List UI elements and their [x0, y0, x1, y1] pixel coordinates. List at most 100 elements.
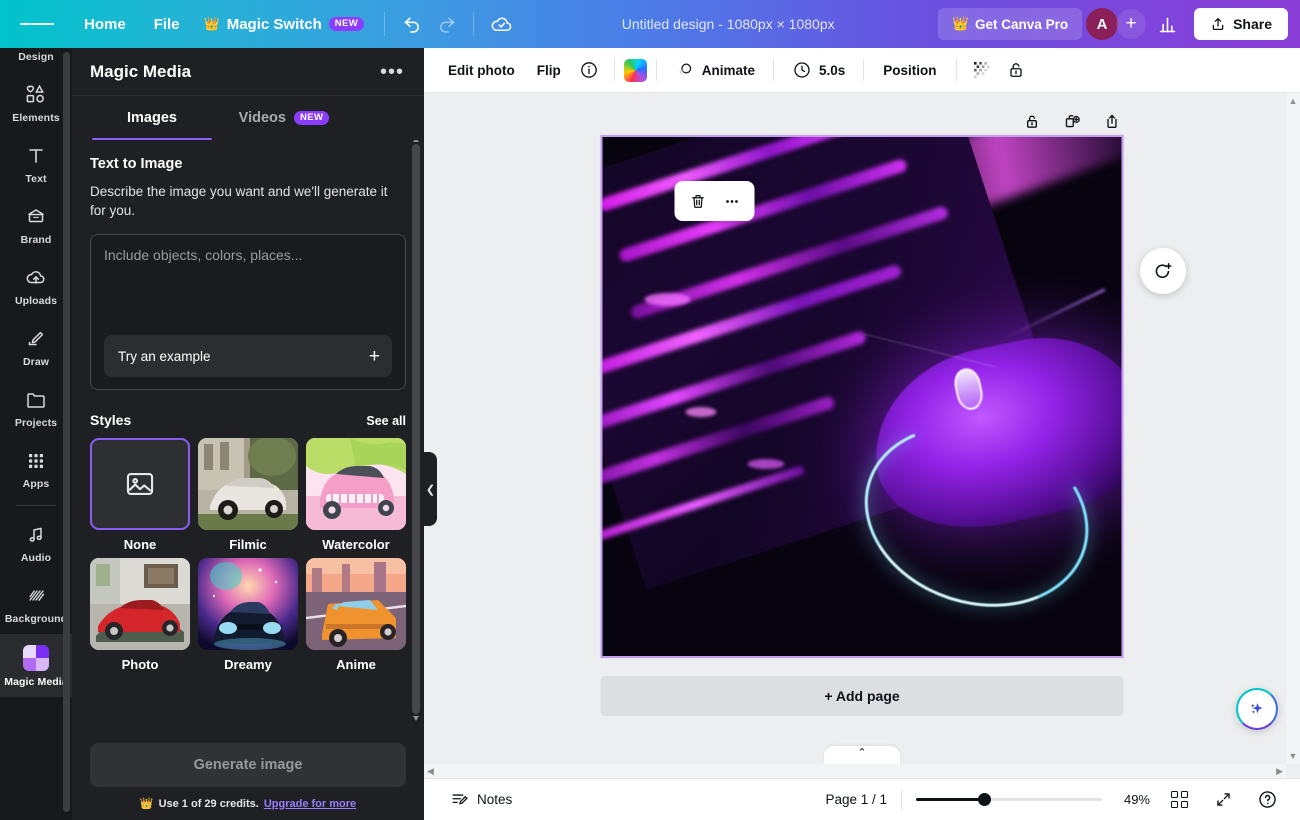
duration-button[interactable]: 5.0s — [783, 54, 854, 86]
position-button[interactable]: Position — [873, 56, 946, 85]
panel-scroll-area: Text to Image Describe the image you wan… — [72, 140, 424, 733]
see-all-styles-link[interactable]: See all — [366, 414, 406, 428]
more-options-icon[interactable]: ••• — [376, 64, 408, 80]
prompt-input-container[interactable]: Include objects, colors, places... Try a… — [90, 234, 406, 390]
rail-scrollbar[interactable] — [63, 52, 70, 812]
key-glow — [748, 459, 784, 469]
styles-grid: None — [90, 438, 406, 672]
statusbar-divider — [901, 790, 902, 810]
zoom-knob[interactable] — [978, 793, 991, 806]
avatar[interactable]: A — [1086, 8, 1118, 40]
sidebar-item-text[interactable]: Text — [0, 133, 72, 194]
toolbar-divider — [956, 59, 957, 81]
editor-area: Edit photo Flip Animate 5.0s — [424, 48, 1300, 820]
lock-icon[interactable] — [1020, 109, 1044, 133]
rail-divider — [16, 505, 56, 506]
more-dots-icon[interactable] — [717, 186, 747, 216]
design-title[interactable]: Untitled design - 1080px × 1080px — [518, 16, 938, 32]
plus-icon: + — [369, 347, 380, 366]
sidebar-item-label: Elements — [12, 112, 60, 124]
help-circle-icon[interactable] — [1252, 785, 1282, 815]
redo-icon[interactable] — [429, 7, 463, 41]
nav-file[interactable]: File — [140, 10, 194, 39]
sidebar-item-elements[interactable]: Elements — [0, 72, 72, 133]
color-picker-icon[interactable] — [624, 59, 647, 82]
share-button[interactable]: Share — [1194, 8, 1288, 40]
style-option-photo[interactable]: Photo — [90, 558, 190, 672]
style-option-none[interactable]: None — [90, 438, 190, 552]
share-label: Share — [1233, 16, 1272, 32]
flip-button[interactable]: Flip — [527, 56, 571, 85]
duration-label: 5.0s — [819, 63, 845, 78]
try-an-example-button[interactable]: Try an example + — [104, 335, 392, 377]
generate-image-button[interactable]: Generate image — [90, 743, 406, 787]
style-option-watercolor[interactable]: Watercolor — [306, 438, 406, 552]
style-option-anime[interactable]: Anime — [306, 558, 406, 672]
design-page[interactable] — [601, 135, 1124, 658]
zoom-slider[interactable] — [916, 792, 1102, 808]
get-pro-label: Get Canva Pro — [975, 17, 1068, 32]
chevron-left-icon[interactable]: ◀ — [427, 766, 434, 777]
notes-icon — [450, 790, 469, 809]
style-option-dreamy[interactable]: Dreamy — [198, 558, 298, 672]
export-share-icon[interactable] — [1100, 109, 1124, 133]
style-name: Watercolor — [306, 537, 406, 552]
crown-icon: 👑 — [140, 797, 154, 810]
panel-collapse-handle[interactable]: ❮ — [424, 452, 437, 526]
sidebar-item-label: Brand — [21, 234, 52, 246]
canvas-vertical-scrollbar[interactable]: ▲ ▼ — [1286, 93, 1300, 764]
sidebar-item-uploads[interactable]: Uploads — [0, 255, 72, 316]
chevron-right-icon[interactable]: ▶ — [1276, 766, 1283, 777]
grid-view-icon[interactable] — [1164, 785, 1194, 815]
chevron-down-icon[interactable]: ▼ — [1289, 751, 1298, 761]
animate-label: Animate — [702, 63, 755, 78]
zoom-level-label: 49% — [1116, 792, 1150, 807]
transparency-icon[interactable] — [966, 54, 998, 86]
animate-button[interactable]: Animate — [666, 54, 764, 86]
sidebar-item-apps[interactable]: Apps — [0, 438, 72, 499]
undo-icon[interactable] — [395, 7, 429, 41]
toolbar-divider-2 — [473, 12, 474, 36]
cloud-saved-icon[interactable] — [484, 7, 518, 41]
nav-home[interactable]: Home — [70, 10, 140, 39]
sidebar-item-magic-media[interactable]: Magic Media — [0, 634, 72, 697]
add-page-button[interactable]: + Add page — [601, 676, 1124, 716]
panel-header: Magic Media ••• — [72, 48, 424, 96]
upgrade-for-more-link[interactable]: Upgrade for more — [264, 798, 356, 810]
duplicate-icon[interactable] — [1060, 109, 1084, 133]
panel-scrollbar[interactable] — [412, 144, 420, 714]
page-indicator[interactable]: Page 1 / 1 — [825, 792, 887, 807]
edit-photo-button[interactable]: Edit photo — [438, 56, 525, 85]
sidebar-item-brand[interactable]: Brand — [0, 194, 72, 255]
trash-icon[interactable] — [683, 186, 713, 216]
style-option-filmic[interactable]: Filmic — [198, 438, 298, 552]
add-comment-icon[interactable] — [1140, 248, 1186, 294]
sidebar-item-draw[interactable]: Draw — [0, 316, 72, 377]
element-context-toolbar — [675, 181, 755, 221]
nav-magic-switch[interactable]: 👑 Magic Switch NEW — [194, 10, 375, 39]
notes-button[interactable]: Notes — [442, 785, 520, 814]
canvas-horizontal-scrollbar[interactable]: ◀ ▶ — [424, 764, 1286, 778]
grid-glyph — [1171, 791, 1188, 808]
styles-header-row: Styles See all — [90, 412, 406, 428]
get-canva-pro-button[interactable]: 👑 Get Canva Pro — [938, 8, 1082, 40]
sidebar-item-projects[interactable]: Projects — [0, 377, 72, 438]
info-circle-icon[interactable] — [573, 54, 605, 86]
chevron-up-icon[interactable]: ▲ — [1289, 96, 1298, 106]
sidebar-item-design[interactable]: Design — [0, 48, 72, 72]
tab-images[interactable]: Images — [86, 96, 218, 140]
fullscreen-icon[interactable] — [1208, 785, 1238, 815]
hamburger-icon[interactable] — [20, 7, 54, 41]
topbar-right-actions: 👑 Get Canva Pro A + Share — [938, 7, 1288, 41]
sidebar-item-background[interactable]: Background — [0, 573, 72, 634]
pages-panel-toggle[interactable]: ⌃ — [824, 746, 900, 764]
add-collaborator-button[interactable]: + — [1116, 9, 1146, 39]
tab-videos[interactable]: Videos NEW — [218, 96, 350, 140]
magic-sparkle-icon[interactable] — [1236, 688, 1278, 730]
background-hatch-icon — [24, 584, 48, 608]
insights-bar-chart-icon[interactable] — [1150, 7, 1184, 41]
lock-icon[interactable] — [1000, 54, 1032, 86]
prompt-input[interactable]: Include objects, colors, places... — [104, 247, 392, 263]
panel-title: Magic Media — [90, 62, 191, 82]
sidebar-item-audio[interactable]: Audio — [0, 512, 72, 573]
